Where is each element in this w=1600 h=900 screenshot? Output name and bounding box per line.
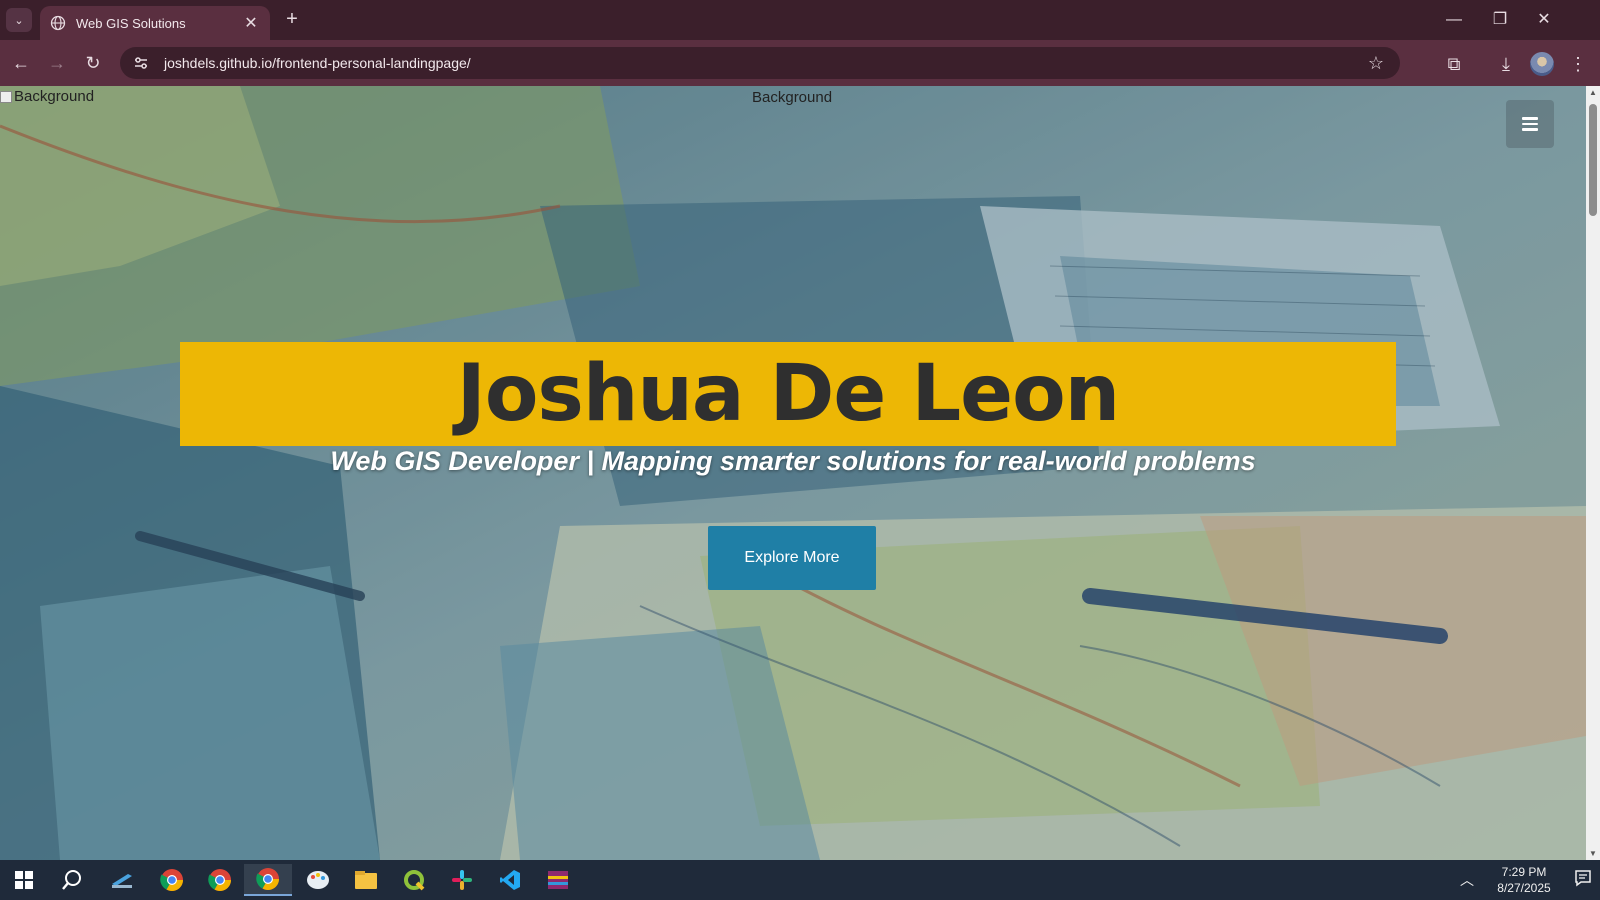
profile-avatar[interactable]: [1530, 52, 1554, 76]
chrome-profile-icon[interactable]: [196, 864, 244, 896]
paint-icon[interactable]: [294, 864, 342, 896]
tab-title: Web GIS Solutions: [76, 15, 186, 31]
browser-tab-bar: ⌄ Web GIS Solutions ✕ + — ❐ ✕: [0, 0, 1600, 40]
hamburger-menu-icon[interactable]: [1506, 100, 1554, 148]
browser-toolbar: ← → ↻ joshdels.github.io/frontend-person…: [0, 40, 1600, 86]
reload-icon[interactable]: ↻: [80, 50, 106, 76]
notifications-icon[interactable]: [1574, 869, 1592, 890]
clock-date: 8/27/2025: [1497, 881, 1551, 895]
browser-menu-icon[interactable]: ⋮: [1568, 52, 1588, 76]
address-bar[interactable]: joshdels.github.io/frontend-personal-lan…: [120, 47, 1400, 79]
tab-search-button[interactable]: ⌄: [6, 8, 32, 32]
download-icon[interactable]: ⤓: [1494, 52, 1518, 76]
new-tab-button[interactable]: +: [280, 8, 304, 32]
page-viewport: Background Background Joshua De Leon Web…: [0, 86, 1586, 860]
clock-time: 7:29 PM: [1501, 865, 1547, 879]
minimize-icon[interactable]: —: [1440, 8, 1468, 32]
hamburger-line: [1522, 117, 1538, 120]
broken-background-image: Background: [0, 88, 94, 105]
scroll-up-icon[interactable]: ▲: [1589, 88, 1597, 97]
hamburger-line: [1522, 128, 1538, 131]
close-tab-icon[interactable]: ✕: [242, 14, 260, 32]
file-explorer-icon[interactable]: [342, 864, 390, 896]
page-scrollbar[interactable]: ▲ ▼: [1586, 86, 1600, 860]
broken-image-icon: [0, 90, 12, 103]
hero-name-banner: Joshua De Leon: [180, 342, 1396, 446]
browser-tab[interactable]: Web GIS Solutions ✕: [40, 6, 270, 40]
vscode-icon[interactable]: [486, 864, 534, 896]
qgis-icon[interactable]: [390, 864, 438, 896]
hero-name: Joshua De Leon: [456, 349, 1120, 439]
windows-taskbar: ︿ 7:29 PM 8/27/2025: [0, 860, 1600, 900]
close-window-icon[interactable]: ✕: [1530, 8, 1558, 32]
chrome-icon[interactable]: [148, 864, 196, 896]
background-alt-text-center: Background: [752, 89, 833, 106]
slack-icon[interactable]: [438, 864, 486, 896]
globe-icon: [50, 15, 66, 31]
scrollbar-thumb[interactable]: [1589, 104, 1597, 216]
background-alt-text-left: Background: [14, 88, 95, 105]
clock[interactable]: 7:29 PM 8/27/2025: [1480, 864, 1568, 896]
chrome-active-icon[interactable]: [244, 864, 292, 896]
winrar-icon[interactable]: [534, 864, 582, 896]
site-info-icon[interactable]: [132, 54, 150, 72]
forward-icon[interactable]: →: [44, 50, 70, 76]
url-text: joshdels.github.io/frontend-personal-lan…: [164, 55, 471, 71]
back-icon[interactable]: ←: [8, 50, 34, 76]
show-hidden-icons-chevron[interactable]: ︿: [1460, 870, 1474, 890]
windows-start-icon[interactable]: [0, 864, 48, 896]
search-icon[interactable]: [48, 864, 96, 896]
terminal-icon[interactable]: [98, 864, 146, 896]
hero-subtitle: Web GIS Developer | Mapping smarter solu…: [330, 446, 1256, 476]
hamburger-line: [1522, 122, 1538, 126]
extensions-icon[interactable]: ⧉: [1442, 52, 1466, 76]
scroll-down-icon[interactable]: ▼: [1589, 849, 1597, 858]
bookmark-star-icon[interactable]: ☆: [1368, 53, 1384, 74]
explore-more-button[interactable]: Explore More: [708, 526, 876, 590]
restore-icon[interactable]: ❐: [1486, 8, 1514, 32]
